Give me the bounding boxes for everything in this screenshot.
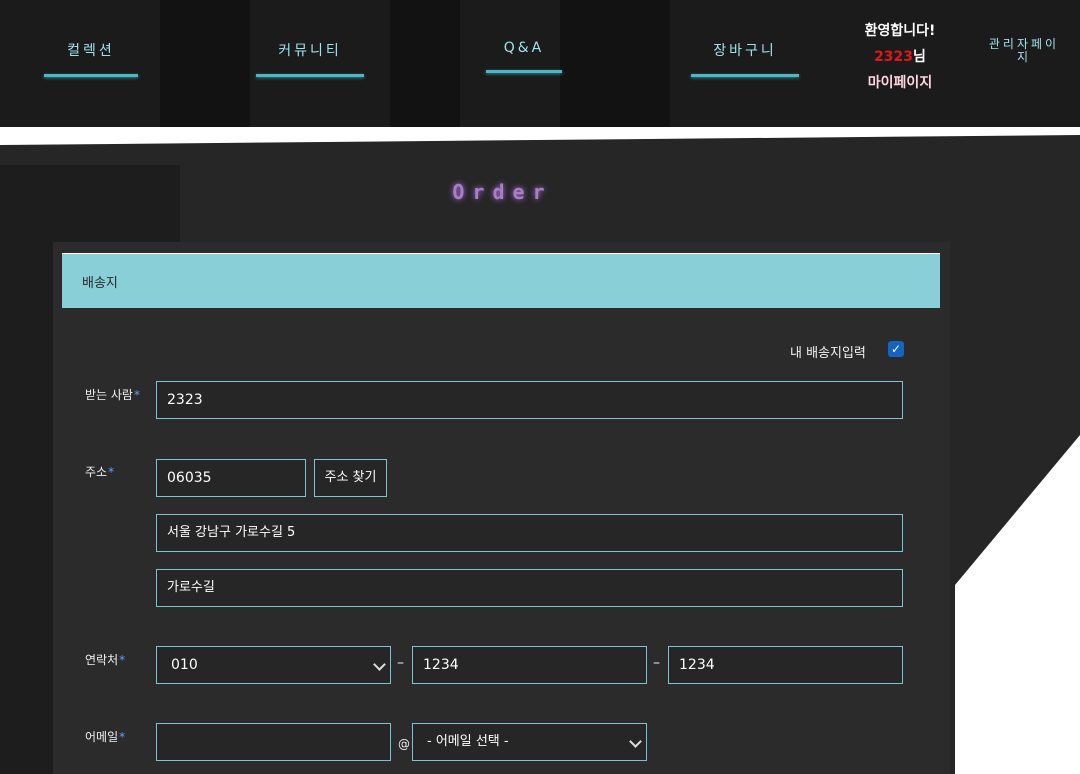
required-mark: * bbox=[108, 465, 115, 479]
phone-middle-input[interactable]: 1234 bbox=[412, 646, 647, 684]
welcome-text: 환영합니다! bbox=[864, 23, 936, 39]
email-at-sign: @ bbox=[398, 737, 410, 751]
phone-last-input[interactable]: 1234 bbox=[668, 646, 903, 684]
phone-separator: – bbox=[653, 655, 660, 671]
required-mark: * bbox=[119, 730, 126, 744]
email-local-input[interactable] bbox=[156, 723, 391, 761]
nav-item-label: 장바구니 bbox=[713, 43, 777, 59]
phone-separator: – bbox=[397, 655, 404, 671]
nav-item-label: 커뮤니티 bbox=[278, 43, 342, 59]
email-domain-select[interactable]: - 어메일 선택 - bbox=[412, 723, 647, 761]
nav-underline bbox=[256, 74, 364, 77]
background-shade bbox=[160, 0, 250, 127]
page-title: Order bbox=[452, 180, 553, 204]
my-address-label: 내 배송지입력 bbox=[790, 346, 866, 361]
chevron-down-icon bbox=[629, 735, 642, 748]
zipcode-input[interactable]: 06035 bbox=[156, 459, 306, 497]
email-label: 어메일* bbox=[85, 728, 125, 745]
section-title: 배송지 bbox=[82, 276, 118, 291]
phone-prefix-select[interactable]: 010 bbox=[156, 646, 391, 684]
required-mark: * bbox=[133, 388, 140, 402]
nav-item-label: 컬렉션 bbox=[67, 43, 115, 59]
nav-underline bbox=[44, 74, 138, 77]
my-address-checkbox[interactable]: ✓ bbox=[888, 341, 904, 357]
phone-label: 연락처* bbox=[85, 651, 125, 668]
sender-name-input[interactable]: 2323 bbox=[156, 381, 903, 419]
background-shade bbox=[560, 0, 670, 127]
top-navigation: 컬렉션 커뮤니티 Q&A 장바구니 환영합니다! 2323님 마이페이지 관리자… bbox=[0, 0, 1080, 127]
sender-label-text: 받는 사람 bbox=[85, 388, 133, 402]
address-line2-input[interactable]: 가로수길 bbox=[156, 569, 903, 607]
nav-item-community[interactable]: 커뮤니티 bbox=[256, 40, 364, 77]
nav-item-collection[interactable]: 컬렉션 bbox=[44, 40, 138, 77]
address-label-text: 주소 bbox=[85, 465, 108, 479]
honorific: 님 bbox=[913, 49, 926, 65]
order-form-panel bbox=[53, 242, 950, 774]
welcome-box: 환영합니다! 2323님 마이페이지 bbox=[848, 18, 952, 96]
nav-underline bbox=[691, 74, 799, 77]
nav-item-cart[interactable]: 장바구니 bbox=[691, 40, 799, 77]
user-greeting: 2323님 bbox=[848, 44, 952, 70]
admin-page-link[interactable]: 관리자페이지 bbox=[988, 38, 1060, 64]
email-domain-value: - 어메일 선택 - bbox=[427, 734, 509, 749]
background-shade bbox=[390, 0, 460, 127]
nav-underline bbox=[486, 70, 562, 73]
nav-item-qna[interactable]: Q&A bbox=[486, 40, 562, 73]
section-header: 배송지 bbox=[62, 253, 940, 308]
address-search-button[interactable]: 주소 찾기 bbox=[314, 459, 387, 497]
username: 2323 bbox=[874, 49, 914, 65]
mypage-link[interactable]: 마이페이지 bbox=[848, 70, 952, 96]
phone-label-text: 연락처 bbox=[85, 653, 119, 667]
email-label-text: 어메일 bbox=[85, 730, 119, 744]
address-line1-input[interactable]: 서울 강남구 가로수길 5 bbox=[156, 514, 903, 552]
chevron-down-icon bbox=[373, 658, 386, 671]
required-mark: * bbox=[119, 653, 126, 667]
sender-label: 받는 사람* bbox=[85, 386, 140, 403]
phone-prefix-value: 010 bbox=[171, 657, 198, 673]
nav-item-label: Q&A bbox=[503, 40, 545, 56]
address-label: 주소* bbox=[85, 463, 114, 480]
